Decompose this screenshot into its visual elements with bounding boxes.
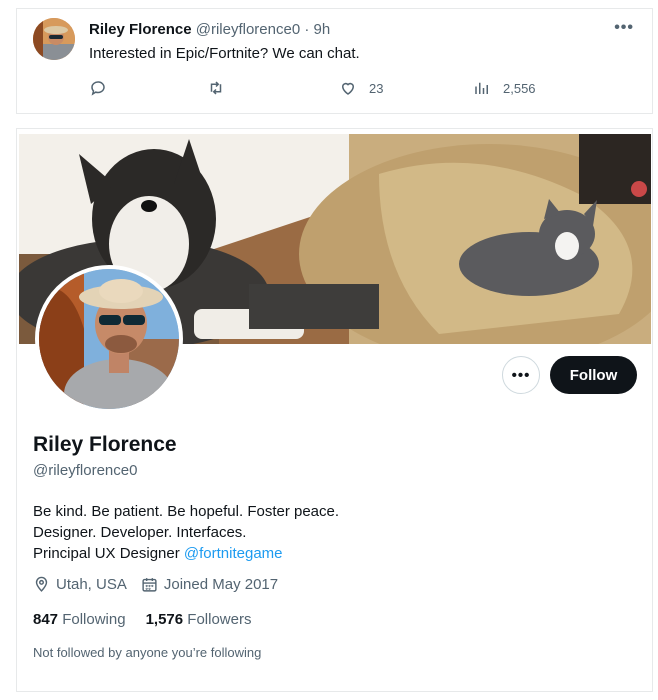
tweet-card[interactable]: Riley Florence @rileyflorence0 · 9h ••• …: [16, 8, 653, 114]
profile-bio: Be kind. Be patient. Be hopeful. Foster …: [33, 501, 339, 564]
follow-button[interactable]: Follow: [550, 356, 637, 394]
followers-label: Followers: [187, 611, 252, 628]
tweet-header: Riley Florence @rileyflorence0 · 9h: [89, 21, 330, 38]
profile-joined: Joined May 2017: [141, 576, 278, 593]
reply-button[interactable]: [89, 79, 107, 97]
tweet-separator: ·: [304, 21, 310, 38]
views-count: 2,556: [503, 80, 536, 96]
tweet-author-handle[interactable]: @rileyflorence0: [196, 21, 300, 38]
bio-text: Principal UX Designer: [33, 545, 184, 562]
profile-location: Utah, USA: [33, 576, 127, 593]
tweet-author-name[interactable]: Riley Florence: [89, 21, 192, 38]
profile-more-button[interactable]: •••: [502, 356, 540, 394]
following-label: Following: [62, 611, 126, 628]
profile-display-name: Riley Florence: [33, 433, 177, 456]
location-text: Utah, USA: [56, 576, 127, 593]
profile-handle: @rileyflorence0: [33, 462, 138, 479]
retweet-button[interactable]: [207, 79, 225, 97]
profile-card: ••• Follow Riley Florence @rileyflorence…: [16, 128, 653, 692]
heart-icon: [341, 82, 355, 95]
following-count: 847: [33, 611, 59, 628]
profile-meta: Utah, USA Joined May 2017: [33, 576, 292, 593]
tweet-more-icon[interactable]: •••: [614, 19, 634, 37]
following-link[interactable]: 847 Following: [33, 611, 126, 628]
bio-line: Designer. Developer. Interfaces.: [33, 524, 247, 541]
tweet-timestamp[interactable]: 9h: [314, 21, 331, 38]
bio-line: Be kind. Be patient. Be hopeful. Foster …: [33, 503, 340, 520]
location-icon: [35, 576, 48, 592]
profile-avatar[interactable]: [35, 265, 183, 413]
like-count: 23: [369, 80, 384, 96]
followers-link[interactable]: 1,576 Followers: [146, 611, 252, 628]
bio-line: Principal UX Designer @fortnitegame: [33, 543, 339, 564]
mutual-followers-note: Not followed by anyone you’re following: [33, 645, 262, 660]
retweet-icon: [210, 81, 222, 95]
profile-stats: 847 Following 1,576 Followers: [33, 611, 271, 628]
like-button[interactable]: 23: [339, 79, 383, 97]
reply-icon: [91, 81, 105, 96]
views-button[interactable]: 2,556: [473, 79, 536, 97]
views-icon: [475, 82, 488, 94]
bio-mention-link[interactable]: @fortnitegame: [184, 545, 283, 562]
followers-count: 1,576: [145, 611, 184, 628]
calendar-icon: [142, 578, 157, 592]
joined-text: Joined May 2017: [163, 576, 279, 593]
tweet-actions: 23 2,556: [89, 79, 589, 101]
tweet-avatar[interactable]: [33, 18, 75, 60]
tweet-text: Interested in Epic/Fortnite? We can chat…: [89, 45, 360, 62]
